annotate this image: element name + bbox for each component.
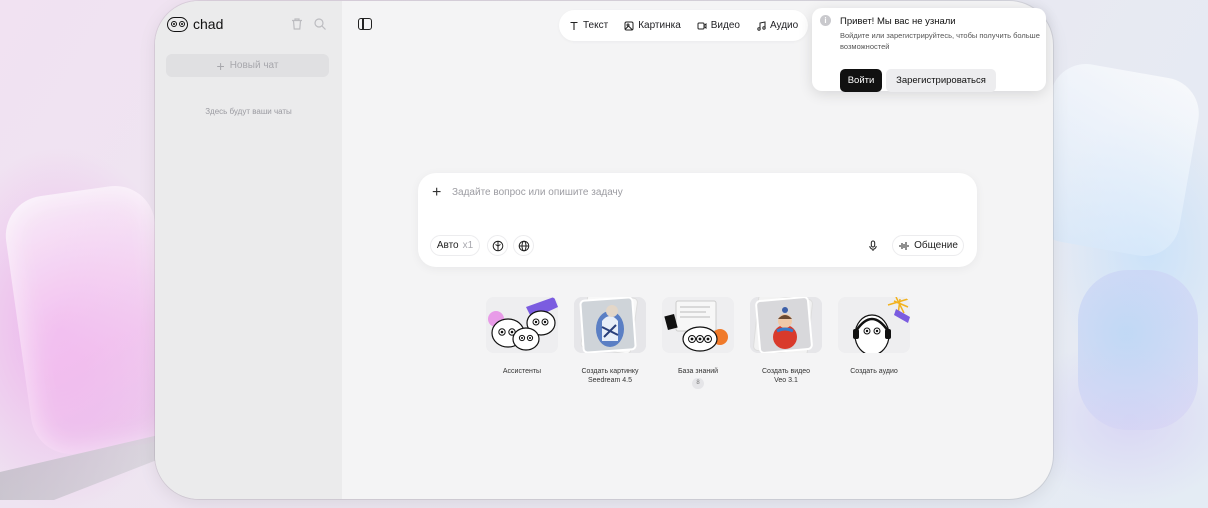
prompt-input[interactable]: [452, 187, 932, 198]
toast-message: Войдите или зарегистрируйтесь, чтобы пол…: [840, 31, 1040, 51]
feature-knowledge-base[interactable]: База знаний 8: [661, 297, 735, 389]
microphone-button[interactable]: [862, 235, 883, 256]
trash-icon[interactable]: [290, 17, 304, 31]
tab-text[interactable]: Текст: [569, 20, 608, 31]
microphone-icon: [868, 240, 877, 251]
mode-tabs: Текст Картинка Видео Аудио: [559, 10, 809, 41]
feature-create-audio[interactable]: Создать аудио: [837, 297, 911, 376]
login-prompt-toast: i Привет! Мы вас не узнали Войдите или з…: [812, 8, 1046, 92]
sidebar-toggle-icon[interactable]: [358, 18, 372, 30]
waveform-icon: [899, 241, 909, 250]
tab-audio[interactable]: Аудио: [756, 20, 798, 31]
feature-assistants[interactable]: Ассистенты: [485, 297, 559, 376]
new-chat-label: Новый чат: [229, 60, 279, 71]
empty-chats-text: Здесь будут ваши чаты: [205, 107, 292, 116]
mode-multiplier: x1: [462, 240, 474, 251]
feature-create-video[interactable]: Создать видео Veo 3.1: [749, 297, 823, 386]
feature-label: Создать видео Veo 3.1: [749, 367, 823, 386]
tab-video[interactable]: Видео: [697, 20, 740, 31]
tab-label: Видео: [710, 20, 740, 31]
reasoning-button[interactable]: [487, 235, 508, 256]
tab-label: Аудио: [769, 20, 799, 31]
brain-icon: [492, 240, 503, 251]
image-icon: [624, 21, 634, 30]
tab-image[interactable]: Картинка: [624, 20, 681, 31]
decorative-shape: [1078, 270, 1198, 430]
search-icon[interactable]: [313, 17, 327, 31]
model-mode-selector[interactable]: Авто x1: [430, 235, 480, 256]
globe-icon: [518, 240, 529, 251]
login-button[interactable]: Войти: [840, 69, 882, 92]
mode-label: Авто: [436, 240, 459, 251]
voice-label: Общение: [914, 240, 958, 251]
create-image-illustration: [574, 297, 646, 353]
feature-count-badge: 8: [692, 378, 704, 389]
video-icon: [697, 22, 707, 29]
attach-plus-icon[interactable]: +: [432, 185, 441, 201]
feature-title: Создать видео: [761, 368, 811, 375]
web-search-button[interactable]: [513, 235, 534, 256]
sidebar: chad + Новый чат Здесь будут ваши чаты: [155, 1, 342, 499]
feature-subtitle: Seedream 4.5: [588, 377, 632, 385]
feature-label: Ассистенты: [502, 368, 542, 375]
tab-label: Картинка: [638, 20, 681, 31]
register-button[interactable]: Зарегистрироваться: [886, 69, 996, 92]
app-name: chad: [193, 16, 224, 32]
feature-title: База знаний: [677, 368, 719, 375]
create-audio-illustration: [838, 297, 910, 353]
new-chat-button[interactable]: + Новый чат: [166, 54, 329, 77]
text-icon: [570, 21, 578, 30]
feature-subtitle: Veo 3.1: [774, 377, 798, 385]
knowledge-base-illustration: [662, 297, 734, 353]
audio-icon: [757, 20, 766, 31]
feature-create-image[interactable]: Создать картинку Seedream 4.5: [573, 297, 647, 386]
feature-label: Создать картинку Seedream 4.5: [573, 367, 647, 386]
logo-icon: [167, 16, 188, 32]
info-icon: i: [820, 15, 831, 26]
assistants-illustration: [486, 297, 558, 353]
toast-title: Привет! Мы вас не узнали: [840, 16, 956, 27]
voice-chat-button[interactable]: Общение: [892, 235, 964, 256]
feature-label: Создать аудио: [850, 368, 898, 375]
create-video-illustration: [750, 297, 822, 353]
feature-title: Создать картинку: [581, 368, 639, 375]
tab-label: Текст: [583, 20, 609, 31]
prompt-card: + Авто x1 Общение: [418, 173, 977, 267]
app-logo[interactable]: chad: [167, 16, 223, 32]
feature-label: База знаний 8: [661, 367, 735, 389]
plus-icon: +: [216, 57, 225, 74]
